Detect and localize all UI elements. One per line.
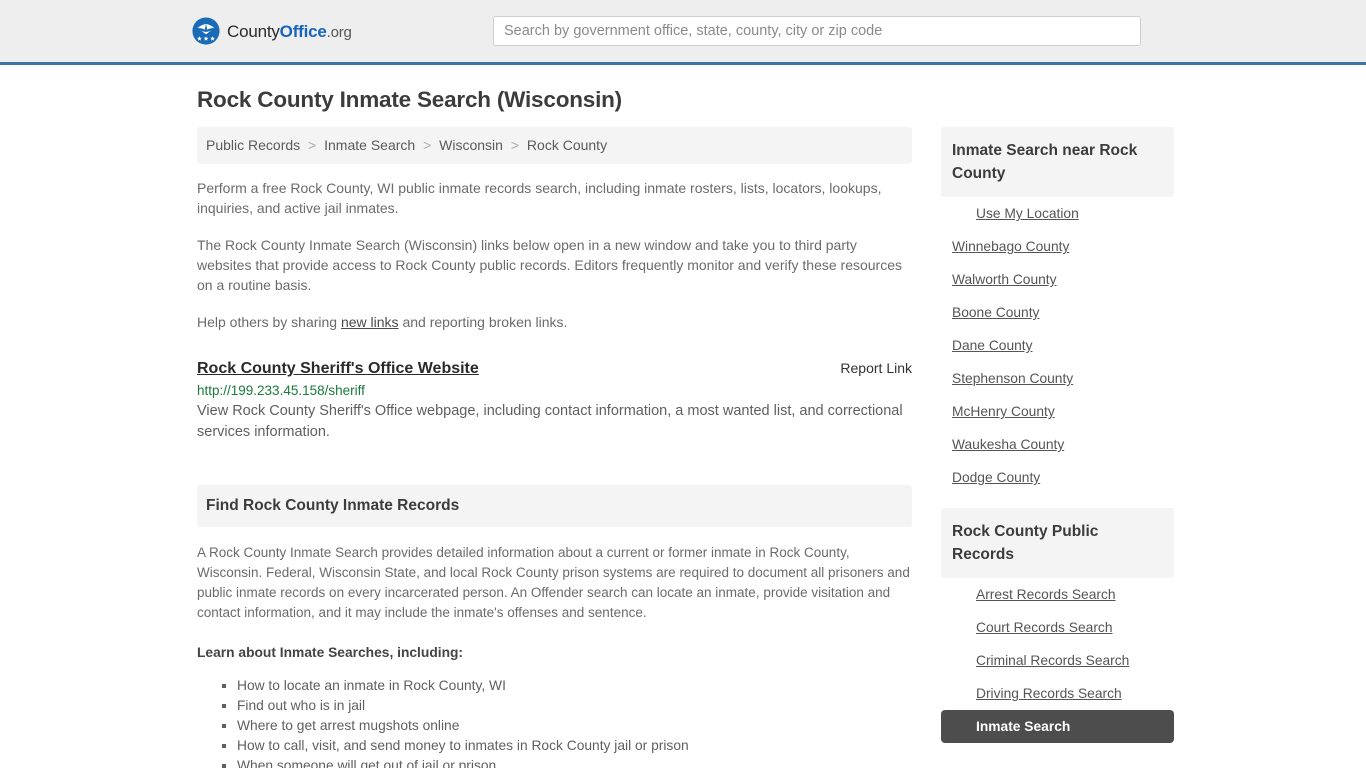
- share-text-after: and reporting broken links.: [398, 313, 568, 330]
- sidebar-item-criminal-records-search[interactable]: Criminal Records Search: [941, 644, 1174, 677]
- page-title: Rock County Inmate Search (Wisconsin): [197, 87, 622, 112]
- search-input[interactable]: [493, 16, 1141, 46]
- list-item: Criminal Records Search: [941, 644, 1174, 677]
- breadcrumb-item-inmate-search[interactable]: Inmate Search: [324, 137, 415, 153]
- sidebar-card-near-counties: Inmate Search near Rock County Use My Lo…: [941, 127, 1174, 494]
- sidebar-item-stephenson-county[interactable]: Stephenson County: [941, 362, 1174, 395]
- share-text-before: Help others by sharing: [197, 313, 341, 330]
- list-item: Use My Location: [941, 197, 1174, 230]
- learn-about-subheading: Learn about Inmate Searches, including:: [197, 644, 464, 660]
- intro-paragraph-3: Help others by sharing new links and rep…: [197, 312, 912, 332]
- result-title-link[interactable]: Rock County Sheriff's Office Website: [197, 360, 479, 378]
- list-item: Dodge County: [941, 461, 1174, 494]
- sidebar-item-mchenry-county[interactable]: McHenry County: [941, 395, 1174, 428]
- breadcrumb-separator: >: [308, 137, 317, 153]
- sidebar-item-driving-records-search[interactable]: Driving Records Search: [941, 677, 1174, 710]
- sidebar-item-walworth-county[interactable]: Walworth County: [941, 263, 1174, 296]
- list-item: Dane County: [941, 329, 1174, 362]
- brand-part-org: .org: [326, 23, 352, 41]
- list-item: Arrest Records Search: [941, 578, 1174, 611]
- brand-part-county: County: [227, 21, 280, 41]
- new-links-link[interactable]: new links: [341, 314, 399, 330]
- breadcrumb-item-wisconsin[interactable]: Wisconsin: [439, 137, 503, 153]
- sidebar-item-waukesha-county[interactable]: Waukesha County: [941, 428, 1174, 461]
- main-column: Public Records > Inmate Search > Wiscons…: [197, 127, 912, 768]
- find-records-body: A Rock County Inmate Search provides det…: [197, 544, 910, 620]
- sidebar-item-inmate-search[interactable]: Inmate Search: [941, 710, 1174, 743]
- intro-paragraph-1: Perform a free Rock County, WI public in…: [197, 179, 882, 216]
- brand-wordmark: CountyOffice.org: [227, 23, 352, 40]
- report-link-button[interactable]: Report Link: [840, 360, 912, 376]
- result-url: http://199.233.45.158/sheriff: [197, 382, 365, 398]
- sidebar-item-court-records-search[interactable]: Court Records Search: [941, 611, 1174, 644]
- sidebar-item-winnebago-county[interactable]: Winnebago County: [941, 230, 1174, 263]
- list-item: Court Records Search: [941, 611, 1174, 644]
- sidebar-card-public-records: Rock County Public Records Arrest Record…: [941, 508, 1174, 743]
- list-item: When someone will get out of jail or pri…: [237, 756, 912, 768]
- result-item: Rock County Sheriff's Office Website Rep…: [197, 360, 912, 443]
- list-item: How to locate an inmate in Rock County, …: [237, 676, 912, 696]
- list-item: McHenry County: [941, 395, 1174, 428]
- sidebar-item-dane-county[interactable]: Dane County: [941, 329, 1174, 362]
- list-item: Winnebago County: [941, 230, 1174, 263]
- sidebar-heading-public-records: Rock County Public Records: [941, 508, 1174, 578]
- list-item: Inmate Search: [941, 710, 1174, 743]
- list-item: Walworth County: [941, 263, 1174, 296]
- page-container: Rock County Inmate Search (Wisconsin) Pu…: [0, 87, 1366, 768]
- breadcrumb-item-public-records[interactable]: Public Records: [206, 137, 300, 153]
- header-search: [493, 16, 1141, 46]
- breadcrumb-item-rock-county[interactable]: Rock County: [527, 137, 607, 153]
- list-item: How to call, visit, and send money to in…: [237, 736, 912, 756]
- eagle-shield-icon: [192, 17, 220, 45]
- site-logo-link[interactable]: CountyOffice.org: [192, 17, 352, 45]
- sidebar-item-boone-county[interactable]: Boone County: [941, 296, 1174, 329]
- list-item: Where to get arrest mugshots online: [237, 716, 912, 736]
- site-header: CountyOffice.org: [0, 0, 1366, 65]
- content-columns: Public Records > Inmate Search > Wiscons…: [197, 127, 1174, 768]
- breadcrumb-separator: >: [510, 137, 520, 153]
- sidebar: Inmate Search near Rock County Use My Lo…: [941, 127, 1174, 743]
- list-item: Boone County: [941, 296, 1174, 329]
- intro-paragraph-2: The Rock County Inmate Search (Wisconsin…: [197, 236, 902, 293]
- learn-about-list: How to locate an inmate in Rock County, …: [197, 676, 912, 768]
- sidebar-item-arrest-records-search[interactable]: Arrest Records Search: [941, 578, 1174, 611]
- list-item: Driving Records Search: [941, 677, 1174, 710]
- brand-part-office: Office: [279, 21, 327, 41]
- find-records-heading: Find Rock County Inmate Records: [197, 484, 912, 527]
- result-header-row: Rock County Sheriff's Office Website Rep…: [197, 360, 912, 378]
- list-item: Waukesha County: [941, 428, 1174, 461]
- list-item: Find out who is in jail: [237, 696, 912, 716]
- sidebar-item-dodge-county[interactable]: Dodge County: [941, 461, 1174, 494]
- sidebar-heading-near: Inmate Search near Rock County: [941, 127, 1174, 197]
- sidebar-records-list: Arrest Records Search Court Records Sear…: [941, 578, 1174, 743]
- sidebar-near-list: Use My Location Winnebago County Walwort…: [941, 197, 1174, 494]
- result-description: View Rock County Sheriff's Office webpag…: [197, 402, 903, 440]
- breadcrumb-separator: >: [423, 137, 432, 153]
- sidebar-item-use-my-location[interactable]: Use My Location: [941, 197, 1174, 230]
- list-item: Stephenson County: [941, 362, 1174, 395]
- breadcrumb: Public Records > Inmate Search > Wiscons…: [197, 127, 912, 164]
